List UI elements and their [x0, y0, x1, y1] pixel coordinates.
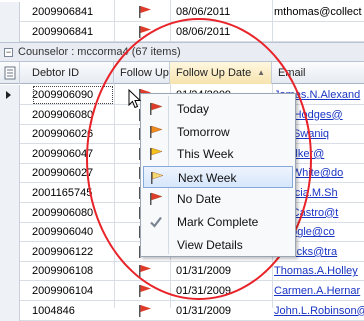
debtor-id-cell: 2009906080 [32, 108, 94, 121]
debtor-id-cell: 2009906080 [32, 206, 94, 219]
table-row[interactable]: 2009906104 01/31/2009 Carmen.A.Hernar [0, 281, 364, 301]
orange-flag-icon [150, 125, 163, 138]
menu-item-label: Mark Complete [177, 215, 259, 229]
follow-up-date-cell: 01/31/2009 [176, 304, 232, 317]
menu-item-label: View Details [177, 237, 243, 252]
red-flag-icon [150, 193, 163, 206]
menu-item-label: Today [177, 102, 210, 116]
row-selector[interactable] [0, 300, 20, 321]
red-flag-icon [139, 265, 151, 278]
debtor-id-cell: 2009906841 [32, 6, 94, 18]
row-selector[interactable] [0, 85, 20, 105]
header-email[interactable]: Email [272, 62, 364, 84]
menu-item-label: No Date [177, 192, 222, 207]
light-flag-icon [151, 171, 164, 184]
group-label: Counselor : mccorma4 (67 items) [18, 46, 181, 58]
menu-item-label: This Week [177, 147, 234, 162]
email-cell: mthomas@collect [274, 6, 362, 18]
collapse-toggle[interactable]: − [4, 48, 13, 57]
debtor-grid: 2009906841 08/06/2011 mthomas@collect 20… [0, 0, 364, 321]
red-flag-icon [139, 285, 151, 297]
email-cell [274, 22, 364, 42]
header-follow-up-date-label: Follow Up Date [176, 67, 252, 79]
debtor-id-cell: 2009906027 [32, 167, 94, 180]
row-selector[interactable] [0, 183, 20, 203]
follow-up-cell[interactable] [114, 281, 170, 301]
checkmark-icon [150, 216, 162, 228]
table-row[interactable]: 2009906108 01/31/2009 Thomas.A.Holley [0, 261, 364, 282]
menu-item-label: Tomorrow [177, 124, 230, 139]
row-selector[interactable] [0, 143, 20, 164]
debtor-id-cell: 2009906090 [32, 85, 114, 105]
table-row[interactable]: 1004846 01/31/2009 John.L.Robinson@ [0, 300, 364, 321]
menu-item-today[interactable]: Today [143, 98, 293, 120]
follow-up-cell[interactable] [114, 301, 170, 321]
debtor-id-cell: 2009906040 [32, 226, 94, 239]
follow-up-cell[interactable] [114, 261, 170, 281]
menu-item-next-week[interactable]: Next Week [143, 165, 293, 188]
follow-up-context-menu: Today Tomorrow This Week Next Week No Date Ma… [140, 93, 296, 257]
row-selector[interactable] [0, 241, 20, 262]
yellow-flag-icon [150, 147, 163, 161]
row-selector[interactable] [0, 222, 20, 243]
menu-item-this-week[interactable]: This Week [143, 143, 293, 165]
menu-item-mark-complete[interactable]: Mark Complete [143, 211, 293, 233]
menu-item-no-date[interactable]: No Date [143, 188, 293, 210]
sort-ascending-icon: ▲ [257, 68, 265, 77]
debtor-id-cell: 2001165745 [32, 187, 93, 199]
column-chooser-button[interactable] [0, 62, 20, 84]
debtor-id-cell: 2009906122 [32, 245, 94, 258]
table-row[interactable]: 2009906841 08/06/2011 mthomas@collect [0, 2, 364, 22]
red-flag-icon [139, 304, 151, 317]
debtor-id-cell: 2009906108 [32, 265, 94, 278]
follow-up-date-cell: 01/31/2009 [176, 285, 232, 297]
header-debtor-id[interactable]: Debtor ID [20, 62, 114, 84]
debtor-id-cell: 2009906841 [32, 26, 94, 38]
debtor-id-cell: 2009906104 [32, 285, 94, 297]
header-follow-up[interactable]: Follow Up [114, 62, 170, 84]
row-selector[interactable] [0, 261, 20, 282]
debtor-id-cell: 2009906047 [32, 147, 94, 160]
row-selector[interactable] [0, 281, 20, 301]
current-row-pointer-icon [6, 91, 11, 99]
red-flag-icon [139, 6, 151, 18]
menu-item-view-details[interactable]: View Details [143, 234, 293, 256]
email-link[interactable]: Carmen.A.Hernar [274, 285, 360, 297]
menu-item-tomorrow[interactable]: Tomorrow [143, 121, 293, 143]
table-row[interactable]: 2009906841 08/06/2011 [0, 22, 364, 42]
mouse-cursor-icon [128, 89, 142, 109]
row-selector[interactable] [0, 202, 20, 223]
email-link[interactable]: John.L.Robinson@ [274, 305, 364, 317]
follow-up-date-cell: 01/31/2009 [176, 265, 232, 278]
red-flag-icon [150, 102, 163, 115]
header-follow-up-date[interactable]: Follow Up Date ▲ [170, 62, 272, 84]
email-link[interactable]: Thomas.A.Holley [274, 265, 358, 277]
follow-up-date-cell: 08/06/2011 [176, 26, 231, 38]
row-selector[interactable] [0, 22, 20, 42]
debtor-id-cell: 2009906026 [32, 128, 94, 141]
column-chooser-icon [4, 66, 16, 80]
follow-up-cell[interactable] [114, 2, 170, 22]
column-header: Debtor ID Follow Up Follow Up Date ▲ Ema… [0, 62, 364, 84]
row-selector[interactable] [0, 104, 20, 125]
row-selector[interactable] [0, 124, 20, 145]
red-flag-icon [139, 26, 151, 38]
follow-up-cell[interactable] [114, 22, 170, 42]
row-selector[interactable] [0, 163, 20, 184]
debtor-id-cell: 1004846 [32, 304, 75, 317]
menu-item-label: Next Week [178, 170, 237, 185]
row-selector[interactable] [0, 2, 20, 22]
group-header[interactable]: − Counselor : mccorma4 (67 items) [0, 42, 364, 62]
follow-up-date-cell: 08/06/2011 [176, 6, 231, 18]
